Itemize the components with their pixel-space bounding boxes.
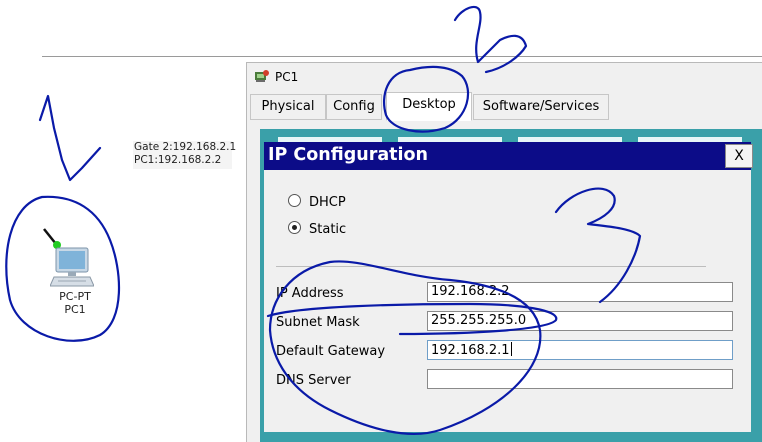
device-window: PC1 Physical Config Desktop Software/Ser… — [246, 62, 762, 442]
separator — [276, 266, 706, 267]
pc-icon[interactable] — [50, 246, 94, 288]
default-gateway-label: Default Gateway — [276, 344, 386, 359]
ip-address-label: IP Address — [276, 286, 344, 301]
subnet-mask-input[interactable] — [427, 311, 733, 331]
default-gateway-input[interactable]: 192.168.2.1 — [427, 340, 733, 360]
radio-unchecked-icon[interactable] — [288, 194, 301, 207]
ip-configuration-dialog: IP Configuration X DHCP Static IP Addres… — [264, 142, 753, 432]
device-type-label: PC-PT — [59, 290, 91, 303]
packet-tracer-icon — [255, 70, 269, 82]
note-line-1: Gate 2:192.168.2.1 — [134, 141, 237, 153]
tab-desktop[interactable]: Desktop — [386, 92, 472, 121]
default-gateway-value: 192.168.2.1 — [431, 343, 510, 358]
dialog-title: IP Configuration — [268, 145, 428, 165]
radio-dhcp[interactable]: DHCP — [288, 194, 346, 210]
dns-server-label: DNS Server — [276, 373, 351, 388]
tab-config[interactable]: Config — [326, 94, 382, 120]
radio-dhcp-label: DHCP — [309, 195, 346, 210]
workspace-top-border — [42, 56, 762, 57]
ip-address-input[interactable] — [427, 282, 733, 302]
radio-checked-icon[interactable] — [288, 221, 301, 234]
workspace-note[interactable]: Gate 2:192.168.2.1 PC1:192.168.2.2 — [133, 141, 237, 169]
radio-static[interactable]: Static — [288, 221, 346, 237]
tab-software-services[interactable]: Software/Services — [473, 94, 609, 120]
device-label: PC-PT PC1 — [40, 290, 110, 316]
close-button[interactable]: X — [725, 144, 753, 168]
annotation-number-1 — [38, 94, 102, 182]
dns-server-input[interactable] — [427, 369, 733, 389]
note-line-2: PC1:192.168.2.2 — [134, 154, 222, 166]
tab-physical[interactable]: Physical — [250, 94, 326, 120]
radio-static-label: Static — [309, 222, 347, 237]
window-title: PC1 — [275, 70, 299, 84]
subnet-mask-label: Subnet Mask — [276, 315, 360, 330]
device-name-label: PC1 — [64, 303, 86, 316]
text-caret — [510, 342, 512, 356]
dialog-title-bar: IP Configuration X — [264, 142, 753, 170]
